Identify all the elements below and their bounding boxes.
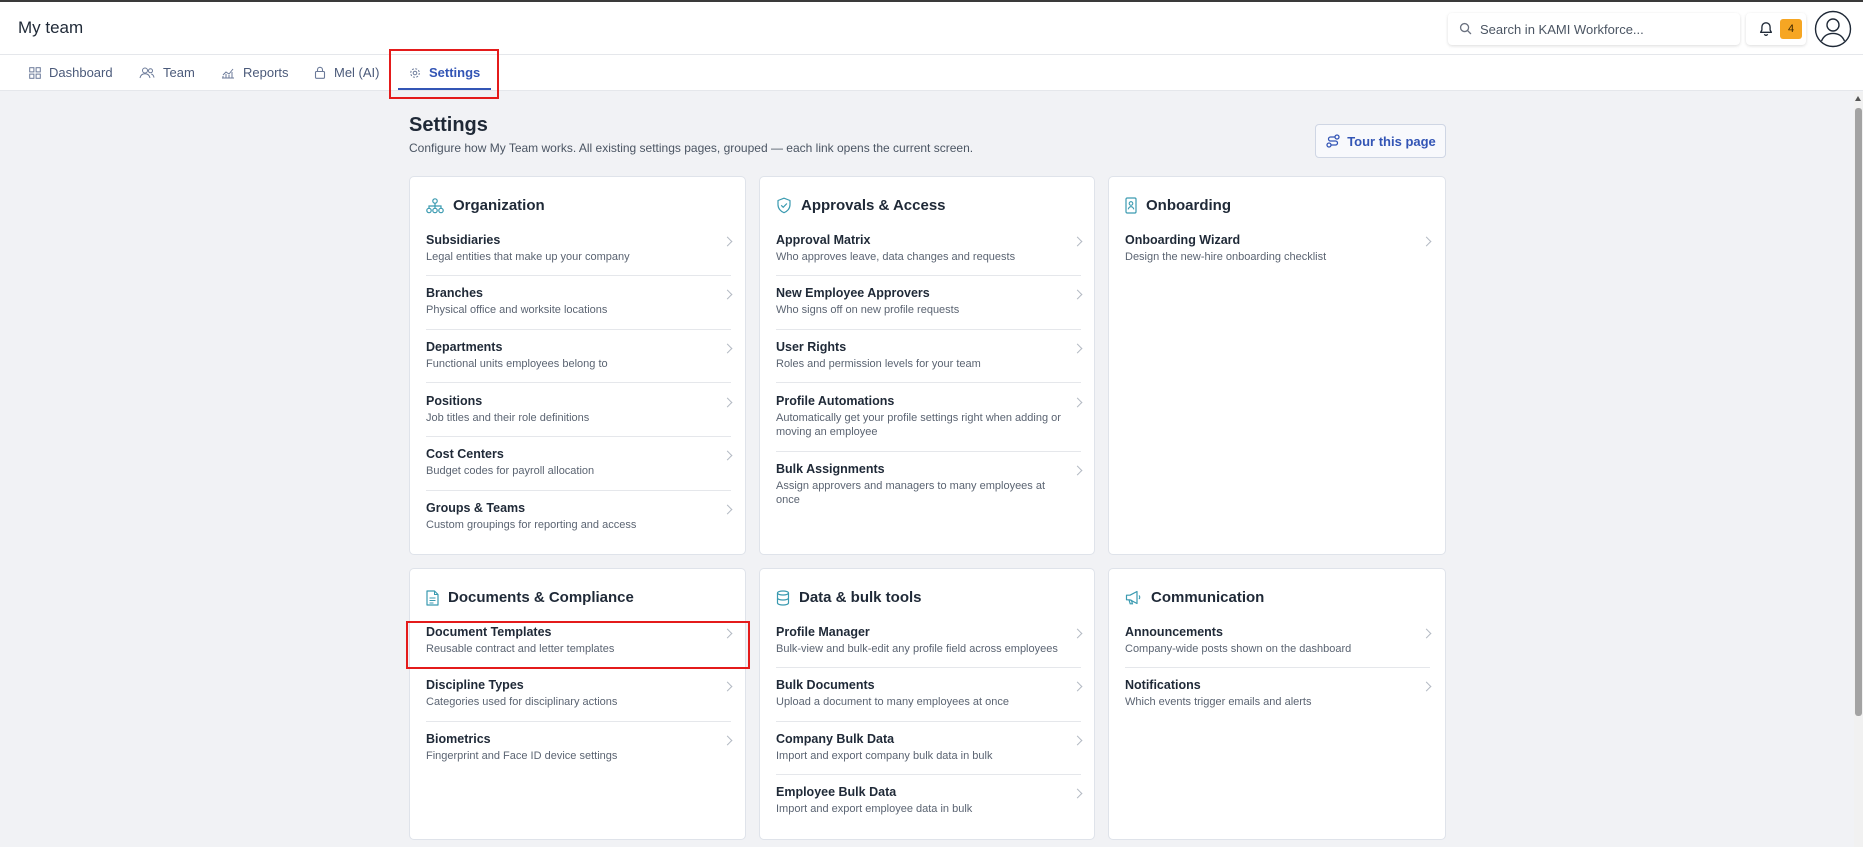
page-title: Settings — [409, 114, 488, 136]
card-onboarding: Onboarding Onboarding Wizard Design the … — [1108, 176, 1446, 555]
settings-link-groups-teams[interactable]: Groups & Teams Custom groupings for repo… — [426, 501, 733, 541]
card-title: Documents & Compliance — [426, 589, 634, 606]
chevron-right-icon — [1072, 236, 1083, 247]
chevron-right-icon — [1421, 681, 1432, 692]
settings-link-user-rights[interactable]: User Rights Roles and permission levels … — [776, 340, 1083, 383]
card-title: Communication — [1125, 589, 1264, 606]
page-subtitle: Configure how My Team works. All existin… — [409, 141, 974, 155]
card-title: Organization — [426, 197, 545, 214]
tour-button-label: Tour this page — [1347, 133, 1436, 149]
chevron-right-icon — [1072, 289, 1083, 300]
tab-label: Mel (AI) — [334, 65, 380, 80]
search-icon — [1459, 22, 1472, 35]
scrollbar-thumb[interactable] — [1855, 108, 1862, 716]
main-tabs: Dashboard Team Reports Mel (AI) Settings — [0, 54, 1863, 91]
settings-link-bulk-documents[interactable]: Bulk Documents Upload a document to many… — [776, 678, 1083, 722]
grid-icon — [29, 66, 41, 79]
settings-link-discipline-types[interactable]: Discipline Types Categories used for dis… — [426, 678, 733, 722]
chevron-right-icon — [722, 735, 733, 746]
settings-link-company-bulk-data[interactable]: Company Bulk Data Import and export comp… — [776, 732, 1083, 775]
chevron-right-icon — [722, 397, 733, 408]
card-title: Data & bulk tools — [776, 589, 922, 606]
tab-label: Reports — [243, 65, 289, 80]
card-title: Approvals & Access — [776, 197, 946, 214]
settings-link-branches[interactable]: Branches Physical office and worksite lo… — [426, 286, 733, 330]
chart-icon — [222, 68, 234, 78]
chevron-right-icon — [722, 343, 733, 354]
settings-link-notifications[interactable]: Notifications Which events trigger email… — [1125, 678, 1432, 718]
tab-label: Dashboard — [49, 65, 113, 80]
settings-link-onboarding-wizard[interactable]: Onboarding Wizard Design the new-hire on… — [1125, 233, 1432, 273]
chevron-right-icon — [1072, 681, 1083, 692]
chevron-right-icon — [1072, 628, 1083, 639]
notification-count-badge: 4 — [1780, 19, 1802, 39]
megaphone-icon — [1125, 590, 1141, 605]
settings-link-new-employee-approvers[interactable]: New Employee Approvers Who signs off on … — [776, 286, 1083, 330]
settings-link-approval-matrix[interactable]: Approval Matrix Who approves leave, data… — [776, 233, 1083, 276]
chevron-right-icon — [1421, 236, 1432, 247]
chevron-right-icon — [1421, 628, 1432, 639]
bell-icon — [1759, 22, 1773, 36]
shield-check-icon — [777, 197, 791, 214]
chevron-right-icon — [722, 289, 733, 300]
search-input[interactable] — [1480, 19, 1730, 39]
notifications-button[interactable]: 4 — [1746, 13, 1806, 45]
chevron-right-icon — [722, 236, 733, 247]
tour-page-button[interactable]: Tour this page — [1315, 124, 1446, 158]
card-documents-compliance: Documents & Compliance Document Template… — [409, 568, 746, 840]
card-organization: Organization Subsidiaries Legal entities… — [409, 176, 746, 555]
lock-icon — [314, 66, 326, 79]
settings-link-announcements[interactable]: Announcements Company-wide posts shown o… — [1125, 625, 1432, 668]
highlight-box-settings-tab — [389, 49, 499, 99]
document-icon — [426, 589, 439, 606]
tab-reports[interactable]: Reports — [221, 65, 289, 80]
settings-link-subsidiaries[interactable]: Subsidiaries Legal entities that make up… — [426, 233, 733, 276]
card-approvals-access: Approvals & Access Approval Matrix Who a… — [759, 176, 1095, 555]
settings-link-biometrics[interactable]: Biometrics Fingerprint and Face ID devic… — [426, 732, 733, 772]
settings-link-profile-automations[interactable]: Profile Automations Automatically get yo… — [776, 394, 1083, 452]
route-icon — [1326, 134, 1340, 148]
highlight-box-document-templates — [406, 621, 750, 669]
tab-label: Team — [163, 65, 195, 80]
tab-team[interactable]: Team — [139, 65, 195, 80]
settings-link-positions[interactable]: Positions Job titles and their role defi… — [426, 394, 733, 437]
settings-link-departments[interactable]: Departments Functional units employees b… — [426, 340, 733, 383]
chevron-right-icon — [1072, 465, 1083, 476]
app-title: My team — [18, 18, 84, 37]
scroll-up-arrow-icon[interactable] — [1855, 96, 1861, 101]
settings-link-cost-centers[interactable]: Cost Centers Budget codes for payroll al… — [426, 447, 733, 491]
settings-link-bulk-assignments[interactable]: Bulk Assignments Assign approvers and ma… — [776, 462, 1083, 516]
chevron-right-icon — [1072, 735, 1083, 746]
settings-link-employee-bulk-data[interactable]: Employee Bulk Data Import and export emp… — [776, 785, 1083, 825]
org-chart-icon — [426, 197, 444, 213]
users-icon — [139, 67, 155, 78]
tab-dashboard[interactable]: Dashboard — [29, 65, 113, 80]
chevron-right-icon — [1072, 788, 1083, 799]
app-header: My team 4 — [0, 2, 1863, 54]
database-icon — [776, 589, 790, 606]
settings-link-profile-manager[interactable]: Profile Manager Bulk-view and bulk-edit … — [776, 625, 1083, 668]
card-title: Onboarding — [1125, 197, 1231, 214]
chevron-right-icon — [722, 681, 733, 692]
card-communication: Communication Announcements Company-wide… — [1108, 568, 1446, 840]
chevron-right-icon — [722, 504, 733, 515]
user-avatar-icon[interactable] — [1814, 10, 1852, 48]
search-box[interactable] — [1448, 13, 1740, 45]
badge-icon — [1125, 197, 1137, 214]
card-data-bulk-tools: Data & bulk tools Profile Manager Bulk-v… — [759, 568, 1095, 840]
chevron-right-icon — [722, 450, 733, 461]
tab-mel-ai[interactable]: Mel (AI) — [314, 65, 380, 80]
chevron-right-icon — [1072, 343, 1083, 354]
chevron-right-icon — [1072, 397, 1083, 408]
